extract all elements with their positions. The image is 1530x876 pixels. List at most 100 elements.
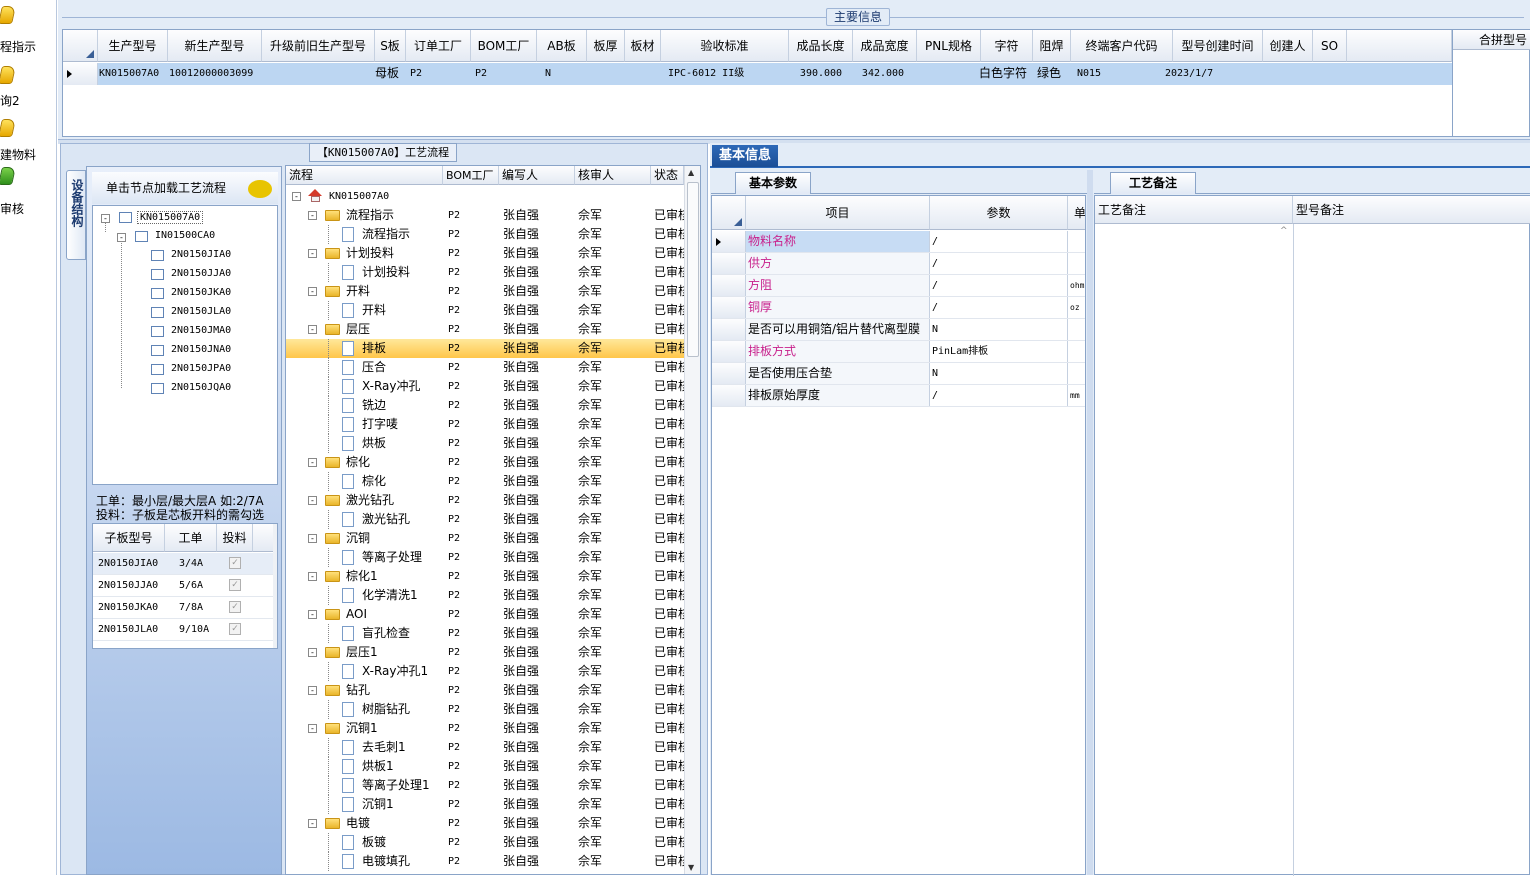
feed-checkbox[interactable]: ✓ xyxy=(229,557,241,569)
collapse-icon[interactable]: - xyxy=(117,233,126,242)
node-checkbox[interactable] xyxy=(151,383,164,394)
feed-checkbox[interactable]: ✓ xyxy=(229,601,241,613)
column-header[interactable]: 字符 xyxy=(981,30,1033,62)
tree-node-child[interactable]: IN01500CA0 xyxy=(155,230,215,241)
column-header[interactable]: 投料 xyxy=(217,524,253,552)
column-header[interactable]: 子板型号 xyxy=(93,524,165,552)
cell-length[interactable]: 390.000 xyxy=(789,64,853,83)
column-header[interactable]: 单 xyxy=(1068,196,1085,230)
column-header[interactable]: AB板 xyxy=(537,30,587,62)
table-row[interactable]: 2N0150JJA0 5/6A ✓ xyxy=(93,575,277,597)
flow-step-row[interactable]: 电镀填孔 P2 张自强 佘军 已审核 xyxy=(286,852,684,871)
param-value[interactable]: N xyxy=(930,319,1068,340)
column-header[interactable]: 阻焊 xyxy=(1033,30,1071,62)
flow-group-row[interactable]: - AOI P2 张自强 佘军 已审核 xyxy=(286,605,684,624)
column-header[interactable]: PNL规格 xyxy=(917,30,981,62)
collapse-icon[interactable]: - xyxy=(308,458,317,467)
collapse-icon[interactable]: - xyxy=(308,287,317,296)
table-row[interactable]: 2N0150JIA0 3/4A ✓ xyxy=(93,553,277,575)
flow-step-row[interactable]: 计划投料 P2 张自强 佘军 已审核 xyxy=(286,263,684,282)
flow-step-row[interactable]: 等离子处理 P2 张自强 佘军 已审核 xyxy=(286,548,684,567)
param-value[interactable]: / xyxy=(930,253,1068,274)
cell-legend[interactable]: 白色字符 xyxy=(979,64,1027,83)
flow-step-row[interactable]: X-Ray冲孔 P2 张自强 佘军 已审核 xyxy=(286,377,684,396)
flow-step-row[interactable]: 树脂钻孔 P2 张自强 佘军 已审核 xyxy=(286,700,684,719)
column-header[interactable]: 流程 xyxy=(286,166,443,185)
scroll-up-icon[interactable]: ^ xyxy=(1280,226,1288,236)
flow-group-row[interactable]: - 层压1 P2 张自强 佘军 已审核 xyxy=(286,643,684,662)
column-header[interactable]: SO xyxy=(1313,30,1347,62)
collapse-icon[interactable]: - xyxy=(308,534,317,543)
flow-group-row[interactable]: - 层压 P2 张自强 佘军 已审核 xyxy=(286,320,684,339)
tree-node-leaf[interactable]: 2N0150JKA0 xyxy=(171,287,231,298)
cell-create-time[interactable]: 2023/1/7 xyxy=(1165,64,1213,83)
tab-basic-params[interactable]: 基本参数 xyxy=(735,172,811,194)
nav-item-query2[interactable]: 询2 xyxy=(0,60,56,110)
column-header[interactable]: 核审人 xyxy=(575,166,651,185)
flow-step-row[interactable]: 打字唛 P2 张自强 佘军 已审核 xyxy=(286,415,684,434)
collapse-icon[interactable]: - xyxy=(308,610,317,619)
collapse-icon[interactable]: - xyxy=(308,211,317,220)
node-checkbox[interactable] xyxy=(151,288,164,299)
collapse-icon[interactable]: - xyxy=(308,249,317,258)
column-header[interactable]: 状态 xyxy=(651,166,684,185)
flow-step-row[interactable]: 盲孔检查 P2 张自强 佘军 已审核 xyxy=(286,624,684,643)
flow-group-row[interactable]: - 棕化 P2 张自强 佘军 已审核 xyxy=(286,453,684,472)
collapse-icon[interactable]: - xyxy=(308,496,317,505)
feed-checkbox[interactable]: ✓ xyxy=(229,623,241,635)
column-header[interactable]: 升级前旧生产型号 xyxy=(262,30,375,62)
tree-node-leaf[interactable]: 2N0150JJA0 xyxy=(171,268,231,279)
flow-step-row[interactable]: 压合 P2 张自强 佘军 已审核 xyxy=(286,358,684,377)
param-row[interactable]: 是否可以用铜箔/铝片替代离型膜 N xyxy=(712,319,1085,341)
param-value[interactable]: / xyxy=(930,385,1068,406)
node-checkbox[interactable] xyxy=(151,364,164,375)
table-row[interactable] xyxy=(63,63,1452,85)
tree-node-leaf[interactable]: 2N0150JLA0 xyxy=(171,306,231,317)
node-checkbox[interactable] xyxy=(151,345,164,356)
column-header[interactable]: 板厚 xyxy=(587,30,625,62)
flow-root-row[interactable]: - KN015007A0 xyxy=(286,187,684,206)
column-header[interactable]: 型号备注 xyxy=(1293,196,1530,224)
flow-step-row[interactable]: 激光钻孔 P2 张自强 佘军 已审核 xyxy=(286,510,684,529)
node-checkbox[interactable] xyxy=(151,307,164,318)
param-value[interactable]: / xyxy=(930,231,1068,252)
nav-item-review[interactable]: 审核 xyxy=(0,165,56,216)
flow-group-row[interactable]: - 电镀 P2 张自强 佘军 已审核 xyxy=(286,814,684,833)
tree-node-leaf[interactable]: 2N0150JNA0 xyxy=(171,344,231,355)
param-value[interactable]: N xyxy=(930,363,1068,384)
feed-checkbox[interactable]: ✓ xyxy=(229,579,241,591)
collapse-icon[interactable]: - xyxy=(308,648,317,657)
column-header[interactable]: 验收标准 xyxy=(661,30,789,62)
param-row[interactable]: 排板原始厚度 / mm xyxy=(712,385,1085,407)
column-header[interactable]: BOM工厂 xyxy=(471,30,537,62)
flow-step-row[interactable]: 板镀 P2 张自强 佘军 已审核 xyxy=(286,833,684,852)
column-header[interactable]: 新生产型号 xyxy=(168,30,262,62)
column-header[interactable]: S板 xyxy=(375,30,406,62)
flow-scrollbar[interactable]: ▲ ▼ xyxy=(684,166,700,874)
tree-node-root[interactable]: KN015007A0 xyxy=(137,211,204,224)
flow-step-row[interactable]: 流程指示 P2 张自强 佘军 已审核 xyxy=(286,225,684,244)
flow-step-row[interactable]: 烘板 P2 张自强 佘军 已审核 xyxy=(286,434,684,453)
collapse-icon[interactable]: - xyxy=(308,572,317,581)
column-header[interactable]: 订单工厂 xyxy=(406,30,471,62)
flow-step-row[interactable]: 棕化 P2 张自强 佘军 已审核 xyxy=(286,472,684,491)
flow-step-row[interactable]: 烘板1 P2 张自强 佘军 已审核 xyxy=(286,757,684,776)
cell-solder-mask[interactable]: 绿色 xyxy=(1037,64,1061,83)
collapse-icon[interactable]: - xyxy=(308,724,317,733)
flow-group-row[interactable]: - 钻孔 P2 张自强 佘军 已审核 xyxy=(286,681,684,700)
flow-group-row[interactable]: - 开料 P2 张自强 佘军 已审核 xyxy=(286,282,684,301)
sub-grid-scrollbar[interactable] xyxy=(273,524,277,648)
tree-node-leaf[interactable]: 2N0150JMA0 xyxy=(171,325,231,336)
nav-item-flow-instruction[interactable]: 程指示 xyxy=(0,0,56,54)
column-header[interactable]: 工艺备注 xyxy=(1095,196,1293,224)
cell-customer-code[interactable]: N015 xyxy=(1077,64,1101,83)
column-header[interactable]: 工单 xyxy=(165,524,217,552)
cell-ab-board[interactable]: N xyxy=(545,64,551,83)
flow-group-row[interactable]: - 沉铜1 P2 张自强 佘军 已审核 xyxy=(286,719,684,738)
column-header[interactable]: 生产型号 xyxy=(98,30,168,62)
node-checkbox[interactable] xyxy=(119,212,132,223)
node-checkbox[interactable] xyxy=(135,231,148,242)
param-value[interactable]: / xyxy=(930,275,1068,296)
param-row[interactable]: 排板方式 PinLam排板 xyxy=(712,341,1085,363)
tree-node-leaf[interactable]: 2N0150JIA0 xyxy=(171,249,231,260)
